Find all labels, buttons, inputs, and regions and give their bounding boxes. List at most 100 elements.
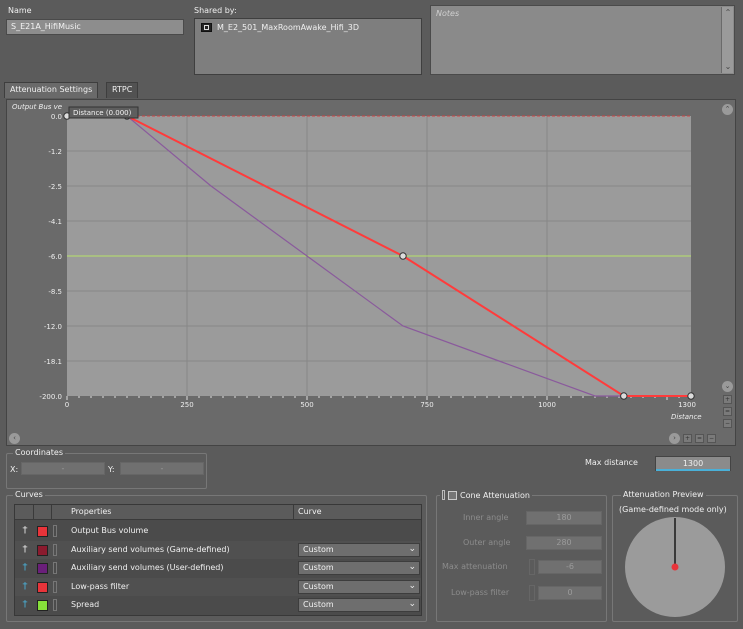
cone-low-pass-field: 0 (538, 586, 602, 600)
y-tick-label: -6.0 (48, 253, 62, 261)
cone-low-pass-label: Low-pass filter (451, 588, 510, 597)
max-distance-label: Max distance (585, 458, 638, 467)
shared-item[interactable]: M_E2_501_MaxRoomAwake_Hifi_3D (217, 23, 359, 32)
inner-angle-field: 180 (526, 511, 602, 525)
curve-shape-dropdown[interactable]: Custom ⌄ (298, 561, 420, 575)
y-tick-label: -12.0 (44, 323, 62, 331)
curve-shape-value: Custom (303, 581, 334, 591)
curve-color-swatch[interactable] (37, 563, 48, 574)
curve-handle[interactable] (53, 525, 57, 537)
curve-color-swatch[interactable] (37, 526, 48, 537)
curve-shape-dropdown[interactable]: Custom ⌄ (298, 579, 420, 594)
zoom-reset-vertical-icon[interactable]: = (723, 407, 732, 416)
cone-low-pass-link-icon (529, 585, 535, 601)
max-attenuation-link-icon (529, 559, 535, 575)
zoom-in-horizontal-icon[interactable]: + (683, 434, 692, 443)
curve-row[interactable]: † Output Bus volume (15, 522, 421, 540)
film-icon (201, 23, 212, 32)
curve-row[interactable]: † Auxiliary send volumes (User-defined) Cu… (15, 559, 421, 577)
chevron-down-icon: ⌄ (408, 599, 416, 609)
x-axis-title: Distance (671, 413, 702, 421)
x-tick-label: 250 (180, 401, 193, 409)
max-distance-slider[interactable] (656, 469, 730, 471)
tab-attenuation-settings[interactable]: Attenuation Settings (4, 82, 99, 98)
graph-scroll-left-icon[interactable]: ‹ (9, 433, 20, 444)
cone-attenuation-title: Cone Attenuation (460, 490, 530, 500)
tab-rtpc[interactable]: RTPC (106, 82, 139, 98)
graph-scroll-right-icon[interactable]: › (669, 433, 680, 444)
curve-property-name: Spread (71, 600, 100, 609)
outer-angle-field: 280 (526, 536, 602, 550)
curve-control-point[interactable] (687, 392, 695, 400)
x-tick-label: 1300 (678, 401, 696, 409)
chevron-down-icon: ⌄ (408, 562, 416, 572)
pin-icon[interactable]: † (20, 562, 30, 574)
col-curve: Curve (298, 507, 322, 516)
curve-row[interactable]: † Low-pass filter Custom ⌄ (15, 577, 421, 596)
name-field[interactable]: S_E21A_HifiMusic (6, 19, 184, 35)
inner-angle-label: Inner angle (463, 513, 509, 522)
cone-enable-checkbox[interactable] (448, 490, 457, 500)
curve-row[interactable]: † Auxiliary send volumes (Game-defined) Cu… (15, 540, 421, 559)
curve-property-name: Auxiliary send volumes (Game-defined) (71, 544, 230, 554)
curve-color-swatch[interactable] (37, 544, 48, 556)
cone-attenuation-title-wrap: Cone Attenuation (440, 490, 532, 500)
curve-shape-value: Custom (303, 600, 334, 609)
coordinates-group: Coordinates X: - Y: - (6, 448, 207, 489)
curve-handle[interactable] (53, 543, 57, 556)
zoom-out-vertical-icon[interactable]: − (723, 419, 732, 428)
y-tick-label: -8.5 (48, 288, 62, 296)
curves-table-header: Properties Curve (15, 505, 421, 520)
shared-by-list[interactable]: M_E2_501_MaxRoomAwake_Hifi_3D (194, 18, 422, 75)
notes-placeholder: Notes (436, 9, 460, 18)
scroll-up-icon[interactable]: ⌃ (722, 7, 734, 19)
zoom-reset-horizontal-icon[interactable]: = (695, 434, 704, 443)
curves-title: Curves (13, 490, 45, 499)
y-tick-label: -4.1 (48, 218, 62, 226)
zoom-in-vertical-icon[interactable]: + (723, 395, 732, 404)
curve-color-swatch[interactable] (37, 581, 48, 593)
pin-icon[interactable]: † (20, 525, 30, 537)
name-label: Name (8, 6, 32, 15)
y-tick-label: -200.0 (39, 393, 62, 401)
curve-handle[interactable] (53, 562, 57, 574)
notes-box[interactable]: Notes ⌃ ⌄ (430, 5, 735, 75)
y-tick-label: 0.0 (51, 113, 62, 121)
y-tick-label: -1.2 (48, 148, 62, 156)
notes-scrollbar[interactable]: ⌃ ⌄ (721, 7, 733, 73)
y-tick-label: -2.5 (48, 183, 62, 191)
zoom-out-horizontal-icon[interactable]: − (707, 434, 716, 443)
cone-attenuation-group: Cone Attenuation Inner angle 180 Outer a… (436, 490, 607, 622)
curves-table: Properties Curve † Output Bus volume † Auxi… (14, 504, 422, 616)
x-tick-label: 500 (300, 401, 313, 409)
x-tick-label: 1000 (538, 401, 556, 409)
attenuation-preview-graphic (625, 517, 725, 617)
graph-scroll-down-icon[interactable]: ⌄ (722, 381, 733, 392)
y-coord-field: - (120, 462, 204, 475)
curve-color-swatch[interactable] (37, 600, 48, 611)
curve-shape-dropdown[interactable]: Custom ⌄ (298, 542, 420, 557)
curve-property-name: Auxiliary send volumes (User-defined) (71, 563, 224, 572)
curve-handle[interactable] (53, 580, 57, 593)
curve-property-name: Output Bus volume (71, 526, 149, 535)
y-coord-label: Y: (108, 465, 115, 474)
attenuation-graph[interactable]: 0.0-1.2-2.5-4.1-6.0-8.5-12.0-18.1-200.0 … (7, 100, 737, 447)
curve-handle[interactable] (53, 599, 57, 611)
attenuation-graph-panel: 0.0 -1.2 -2.5 -4.1 -6.0 -8.5 -12.0 -18.1 -200.0 … (6, 99, 736, 446)
curve-shape-value: Custom (303, 544, 334, 554)
curve-control-point[interactable] (620, 392, 628, 400)
curve-shape-dropdown[interactable]: Custom ⌄ (298, 598, 420, 612)
pin-icon[interactable]: † (20, 599, 30, 611)
curve-property-name: Low-pass filter (71, 581, 130, 591)
pin-icon[interactable]: † (20, 581, 30, 593)
curve-row[interactable]: † Spread Custom ⌄ (15, 596, 421, 614)
pin-icon[interactable]: † (20, 544, 30, 556)
link-icon (442, 490, 445, 500)
chevron-down-icon: ⌄ (408, 543, 416, 554)
scroll-down-icon[interactable]: ⌄ (722, 61, 734, 73)
curve-shape-value: Custom (303, 563, 334, 572)
curve-control-point[interactable] (399, 252, 407, 260)
graph-scroll-up-icon[interactable]: ⌃ (722, 104, 733, 115)
attenuation-preview-title: Attenuation Preview (621, 490, 706, 499)
chevron-down-icon: ⌄ (408, 580, 416, 591)
